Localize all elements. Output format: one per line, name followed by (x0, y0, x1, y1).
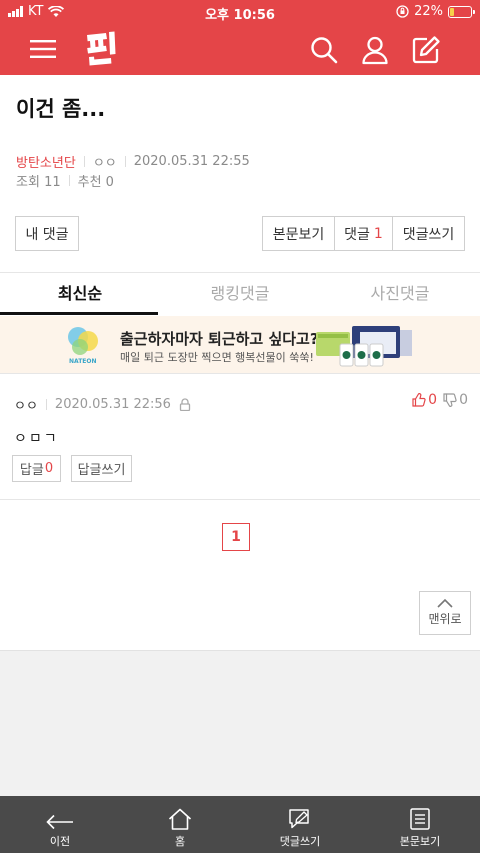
post-title: 이건 좀... (16, 97, 106, 121)
post-meta-stats: 조회 11 추천 0 (16, 171, 114, 190)
lock-icon[interactable] (179, 398, 191, 411)
back-to-top-label: 맨위로 (428, 612, 462, 626)
comment-header: ㅇㅇ 2020.05.31 22:56 (14, 395, 191, 414)
nav-view-post[interactable]: 본문보기 (360, 796, 480, 853)
battery-fill (450, 7, 454, 16)
view-post-button[interactable]: 본문보기 (262, 216, 335, 251)
write-post-button[interactable] (410, 34, 442, 66)
battery-icon (448, 5, 475, 18)
thumbs-up-icon (412, 393, 426, 407)
thumbs-down-icon (443, 393, 457, 407)
battery-percent: 22% (414, 4, 443, 19)
comment-votes: 0 0 (412, 392, 468, 408)
nav-view-post-label: 본문보기 (399, 835, 441, 848)
dislike-button[interactable]: 0 (443, 392, 468, 408)
compose-icon (412, 36, 440, 64)
recommend-count: 0 (105, 175, 114, 190)
comments-button[interactable]: 댓글 1 (334, 216, 393, 251)
write-reply-button[interactable]: 답글쓰기 (71, 455, 132, 482)
tab-ranking[interactable]: 랭킹댓글 (160, 273, 320, 315)
pann-logo[interactable] (84, 30, 118, 66)
divider (0, 373, 480, 374)
divider (83, 156, 85, 167)
back-arrow-icon (46, 814, 73, 830)
page-1-button[interactable]: 1 (222, 523, 250, 551)
reply-label: 답글 (19, 463, 44, 478)
comment-text: ㅇㅁㄱ (14, 431, 59, 447)
write-reply-label: 답글쓰기 (77, 463, 126, 478)
menu-button[interactable] (20, 34, 66, 64)
divider (68, 175, 70, 186)
comments-label: 댓글 (344, 226, 370, 243)
my-comments-label: 내 댓글 (25, 226, 69, 243)
ad-title: 출근하자마자 퇴근하고 싶다고? (120, 330, 319, 348)
gift-products-image (316, 326, 412, 367)
comment-datetime: 2020.05.31 22:56 (54, 397, 171, 412)
chevron-up-icon (437, 598, 453, 608)
nav-back[interactable]: 이전 (0, 796, 120, 853)
write-comment-button[interactable]: 댓글쓰기 (392, 216, 465, 251)
reply-button[interactable]: 답글 0 (12, 455, 61, 482)
views-count: 11 (44, 175, 61, 190)
like-button[interactable]: 0 (412, 392, 437, 408)
ad-subtitle: 매일 퇴근 도장만 찍으면 행복선물이 쑥쑥! (120, 351, 314, 364)
user-icon (362, 36, 388, 65)
search-icon (311, 37, 338, 64)
post-author-link[interactable]: 방탄소년단 (16, 152, 76, 171)
hamburger-menu-icon (30, 40, 56, 58)
view-post-label: 본문보기 (272, 226, 325, 243)
ad-banner[interactable]: NATEON 출근하자마자 퇴근하고 싶다고? 매일 퇴근 도장만 찍으면 행복… (0, 316, 480, 373)
tab-latest[interactable]: 최신순 (0, 273, 160, 315)
nav-write-comment-label: 댓글쓰기 (279, 835, 321, 848)
divider (124, 156, 126, 167)
comments-count: 1 (373, 225, 383, 242)
search-button[interactable] (308, 34, 340, 66)
orientation-lock-icon (396, 5, 409, 18)
divider (45, 399, 47, 410)
footer-spacer (0, 650, 480, 796)
dislike-count: 0 (459, 392, 468, 408)
status-bar: KT 오후 10:56 22% (0, 0, 480, 24)
tab-photo[interactable]: 사진댓글 (320, 273, 480, 315)
reply-count: 0 (44, 461, 54, 476)
post-nickname: ㅇㅇ (92, 156, 117, 171)
document-icon (410, 808, 430, 830)
recommend-label: 추천 (77, 175, 102, 190)
comment-user: ㅇㅇ (14, 399, 38, 414)
nav-home[interactable]: 홈 (120, 796, 240, 853)
write-comment-label: 댓글쓰기 (402, 226, 455, 243)
tab-indicator (0, 312, 158, 315)
ad-brand: NATEON (69, 358, 97, 365)
my-comments-button[interactable]: 내 댓글 (15, 216, 79, 251)
like-count: 0 (428, 392, 438, 408)
status-right: 22% (396, 4, 475, 19)
divider (0, 499, 480, 500)
nav-home-label: 홈 (174, 835, 186, 848)
bottom-nav: 이전 홈 댓글쓰기 본문보기 (0, 796, 480, 853)
nav-write-comment[interactable]: 댓글쓰기 (240, 796, 360, 853)
write-comment-icon (289, 809, 309, 829)
profile-button[interactable] (359, 34, 391, 66)
app-header (0, 24, 480, 75)
nateon-logo-icon (68, 327, 98, 355)
nav-back-label: 이전 (49, 835, 71, 848)
back-to-top-button[interactable]: 맨위로 (419, 591, 471, 635)
post-meta-author: 방탄소년단 ㅇㅇ 2020.05.31 22:55 (16, 152, 250, 171)
post-datetime: 2020.05.31 22:55 (133, 154, 250, 169)
home-icon (168, 808, 192, 830)
views-label: 조회 (16, 175, 40, 190)
